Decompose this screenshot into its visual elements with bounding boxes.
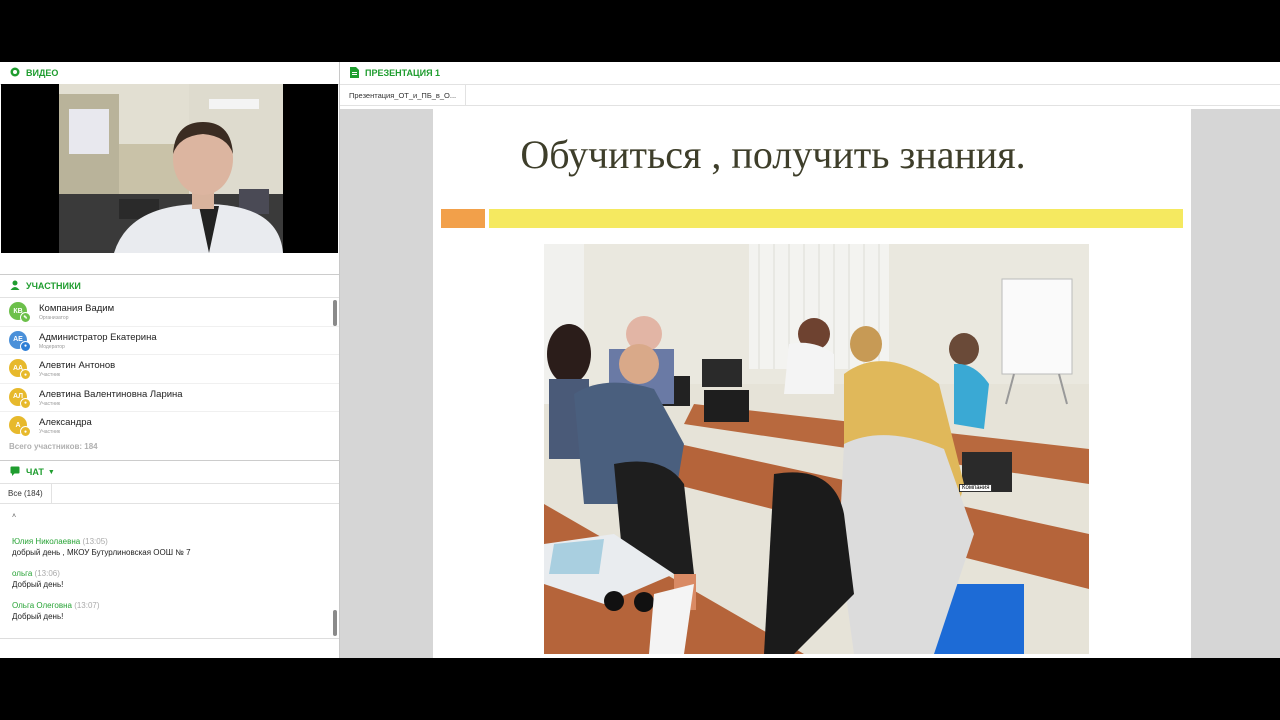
- video-panel-header[interactable]: ВИДЕО: [0, 62, 339, 85]
- participant-name: Алевтина Валентиновна Ларина: [39, 388, 183, 400]
- left-sidebar: ВИДЕО УЧАСТНИКИ КВ ✎ Компания Вадим Орга…: [0, 62, 340, 658]
- participant-name: Александра: [39, 417, 92, 429]
- message-author: Юлия Николаевна: [12, 537, 81, 546]
- participants-scrollbar[interactable]: [333, 300, 337, 326]
- message-text: добрый день , МКОУ Бутурлиновская ООШ № …: [12, 548, 191, 557]
- participant-role: Участник: [39, 372, 61, 379]
- webinar-app: ВИДЕО УЧАСТНИКИ КВ ✎ Компания Вадим Орга…: [0, 62, 1280, 658]
- organizer-badge-icon: ✎: [20, 312, 31, 323]
- participants-panel-header[interactable]: УЧАСТНИКИ: [0, 274, 339, 298]
- participant-name: Администратор Екатерина: [39, 331, 157, 343]
- presentation-file-tabs: Презентация_ОТ_и_ПБ_в_О...: [340, 84, 1280, 106]
- classroom-photo: Компания: [544, 244, 1089, 654]
- participant-row[interactable]: КВ ✎ Компания Вадим Организатор: [0, 298, 339, 327]
- chat-tabs: Все (184): [0, 483, 339, 504]
- participant-role: Участник: [39, 400, 61, 407]
- moderator-badge-icon: ●: [20, 340, 31, 352]
- participants-panel-title: УЧАСТНИКИ: [26, 281, 81, 291]
- slide-accent-yellow-bar: [489, 209, 1183, 228]
- participant-row[interactable]: АЕ ● Администратор Екатерина Модератор: [0, 327, 339, 356]
- participant-row[interactable]: АЛ ● Алевтина Валентиновна Ларина Участн…: [0, 384, 339, 413]
- slide-title: Обучиться , получить знания.: [520, 132, 1026, 177]
- avatar: АЛ ●: [9, 387, 31, 409]
- video-feed: [1, 84, 338, 253]
- video-icon: [10, 67, 20, 79]
- document-icon: [350, 66, 359, 80]
- participant-row[interactable]: АА ● Алевтин Антонов Участник: [0, 355, 339, 384]
- participants-list: КВ ✎ Компания Вадим Организатор АЕ ● Адм…: [0, 298, 339, 438]
- chat-messages: ˄ Юлия Николаевна (13:05) добрый день , …: [0, 503, 339, 638]
- participant-row[interactable]: А ● Александра Участник: [0, 412, 339, 438]
- slide-stage: Обучиться , получить знания. Компания: [340, 109, 1280, 658]
- message-time: (13:05): [82, 537, 108, 546]
- slide-accent-orange-bar: [441, 209, 485, 228]
- participant-badge-icon: ●: [20, 397, 31, 409]
- participant-badge-icon: ●: [20, 426, 31, 438]
- tab-all[interactable]: Все (184): [0, 484, 52, 503]
- participant-role: Участник: [39, 429, 61, 436]
- chat-message: ольга (13:06) Добрый день!: [12, 569, 63, 589]
- message-time: (13:06): [34, 569, 60, 578]
- chat-panel-header[interactable]: ЧАТ ▼: [0, 460, 339, 483]
- message-text: Добрый день!: [12, 580, 64, 589]
- presentation-file-tab[interactable]: Презентация_ОТ_и_ПБ_в_О...: [340, 85, 467, 105]
- chat-message: Ольга Олеговна (13:07) Добрый день!: [12, 601, 100, 621]
- video-panel-title: ВИДЕО: [26, 68, 59, 78]
- message-time: (13:07): [74, 601, 100, 610]
- presentation-title: ПРЕЗЕНТАЦИЯ 1: [365, 68, 441, 78]
- message-text: Добрый день!: [12, 612, 64, 621]
- chat-icon: [10, 466, 20, 478]
- participant-role: Модератор: [39, 343, 65, 350]
- participant-name: Алевтин Антонов: [39, 360, 116, 372]
- chevron-down-icon[interactable]: ▼: [48, 469, 55, 476]
- presenter-cursor-label: Компания: [959, 484, 993, 492]
- avatar: АА ●: [9, 359, 31, 381]
- chat-scrollbar[interactable]: [333, 610, 337, 636]
- avatar: КВ ✎: [9, 302, 31, 323]
- chat-input[interactable]: [0, 638, 339, 659]
- presentation-panel: ПРЕЗЕНТАЦИЯ 1 Презентация_ОТ_и_ПБ_в_О...…: [340, 62, 1280, 658]
- participant-name: Компания Вадим: [39, 303, 115, 314]
- message-author: Ольга Олеговна: [12, 601, 72, 610]
- chat-message: Юлия Николаевна (13:05) добрый день , МК…: [12, 537, 191, 557]
- caret-up-icon[interactable]: ˄: [12, 513, 16, 520]
- slide: Обучиться , получить знания. Компания: [433, 109, 1191, 658]
- participants-total: Всего участников: 184: [9, 442, 98, 451]
- participant-role: Организатор: [39, 315, 69, 321]
- presenter-camera-image: [59, 84, 283, 253]
- presentation-panel-header[interactable]: ПРЕЗЕНТАЦИЯ 1: [340, 62, 1280, 84]
- chat-panel-title: ЧАТ: [26, 467, 44, 477]
- avatar: АЕ ●: [9, 330, 31, 352]
- participant-badge-icon: ●: [20, 369, 31, 381]
- avatar: А ●: [9, 416, 31, 438]
- message-author: ольга: [12, 569, 33, 578]
- user-icon: [10, 280, 20, 292]
